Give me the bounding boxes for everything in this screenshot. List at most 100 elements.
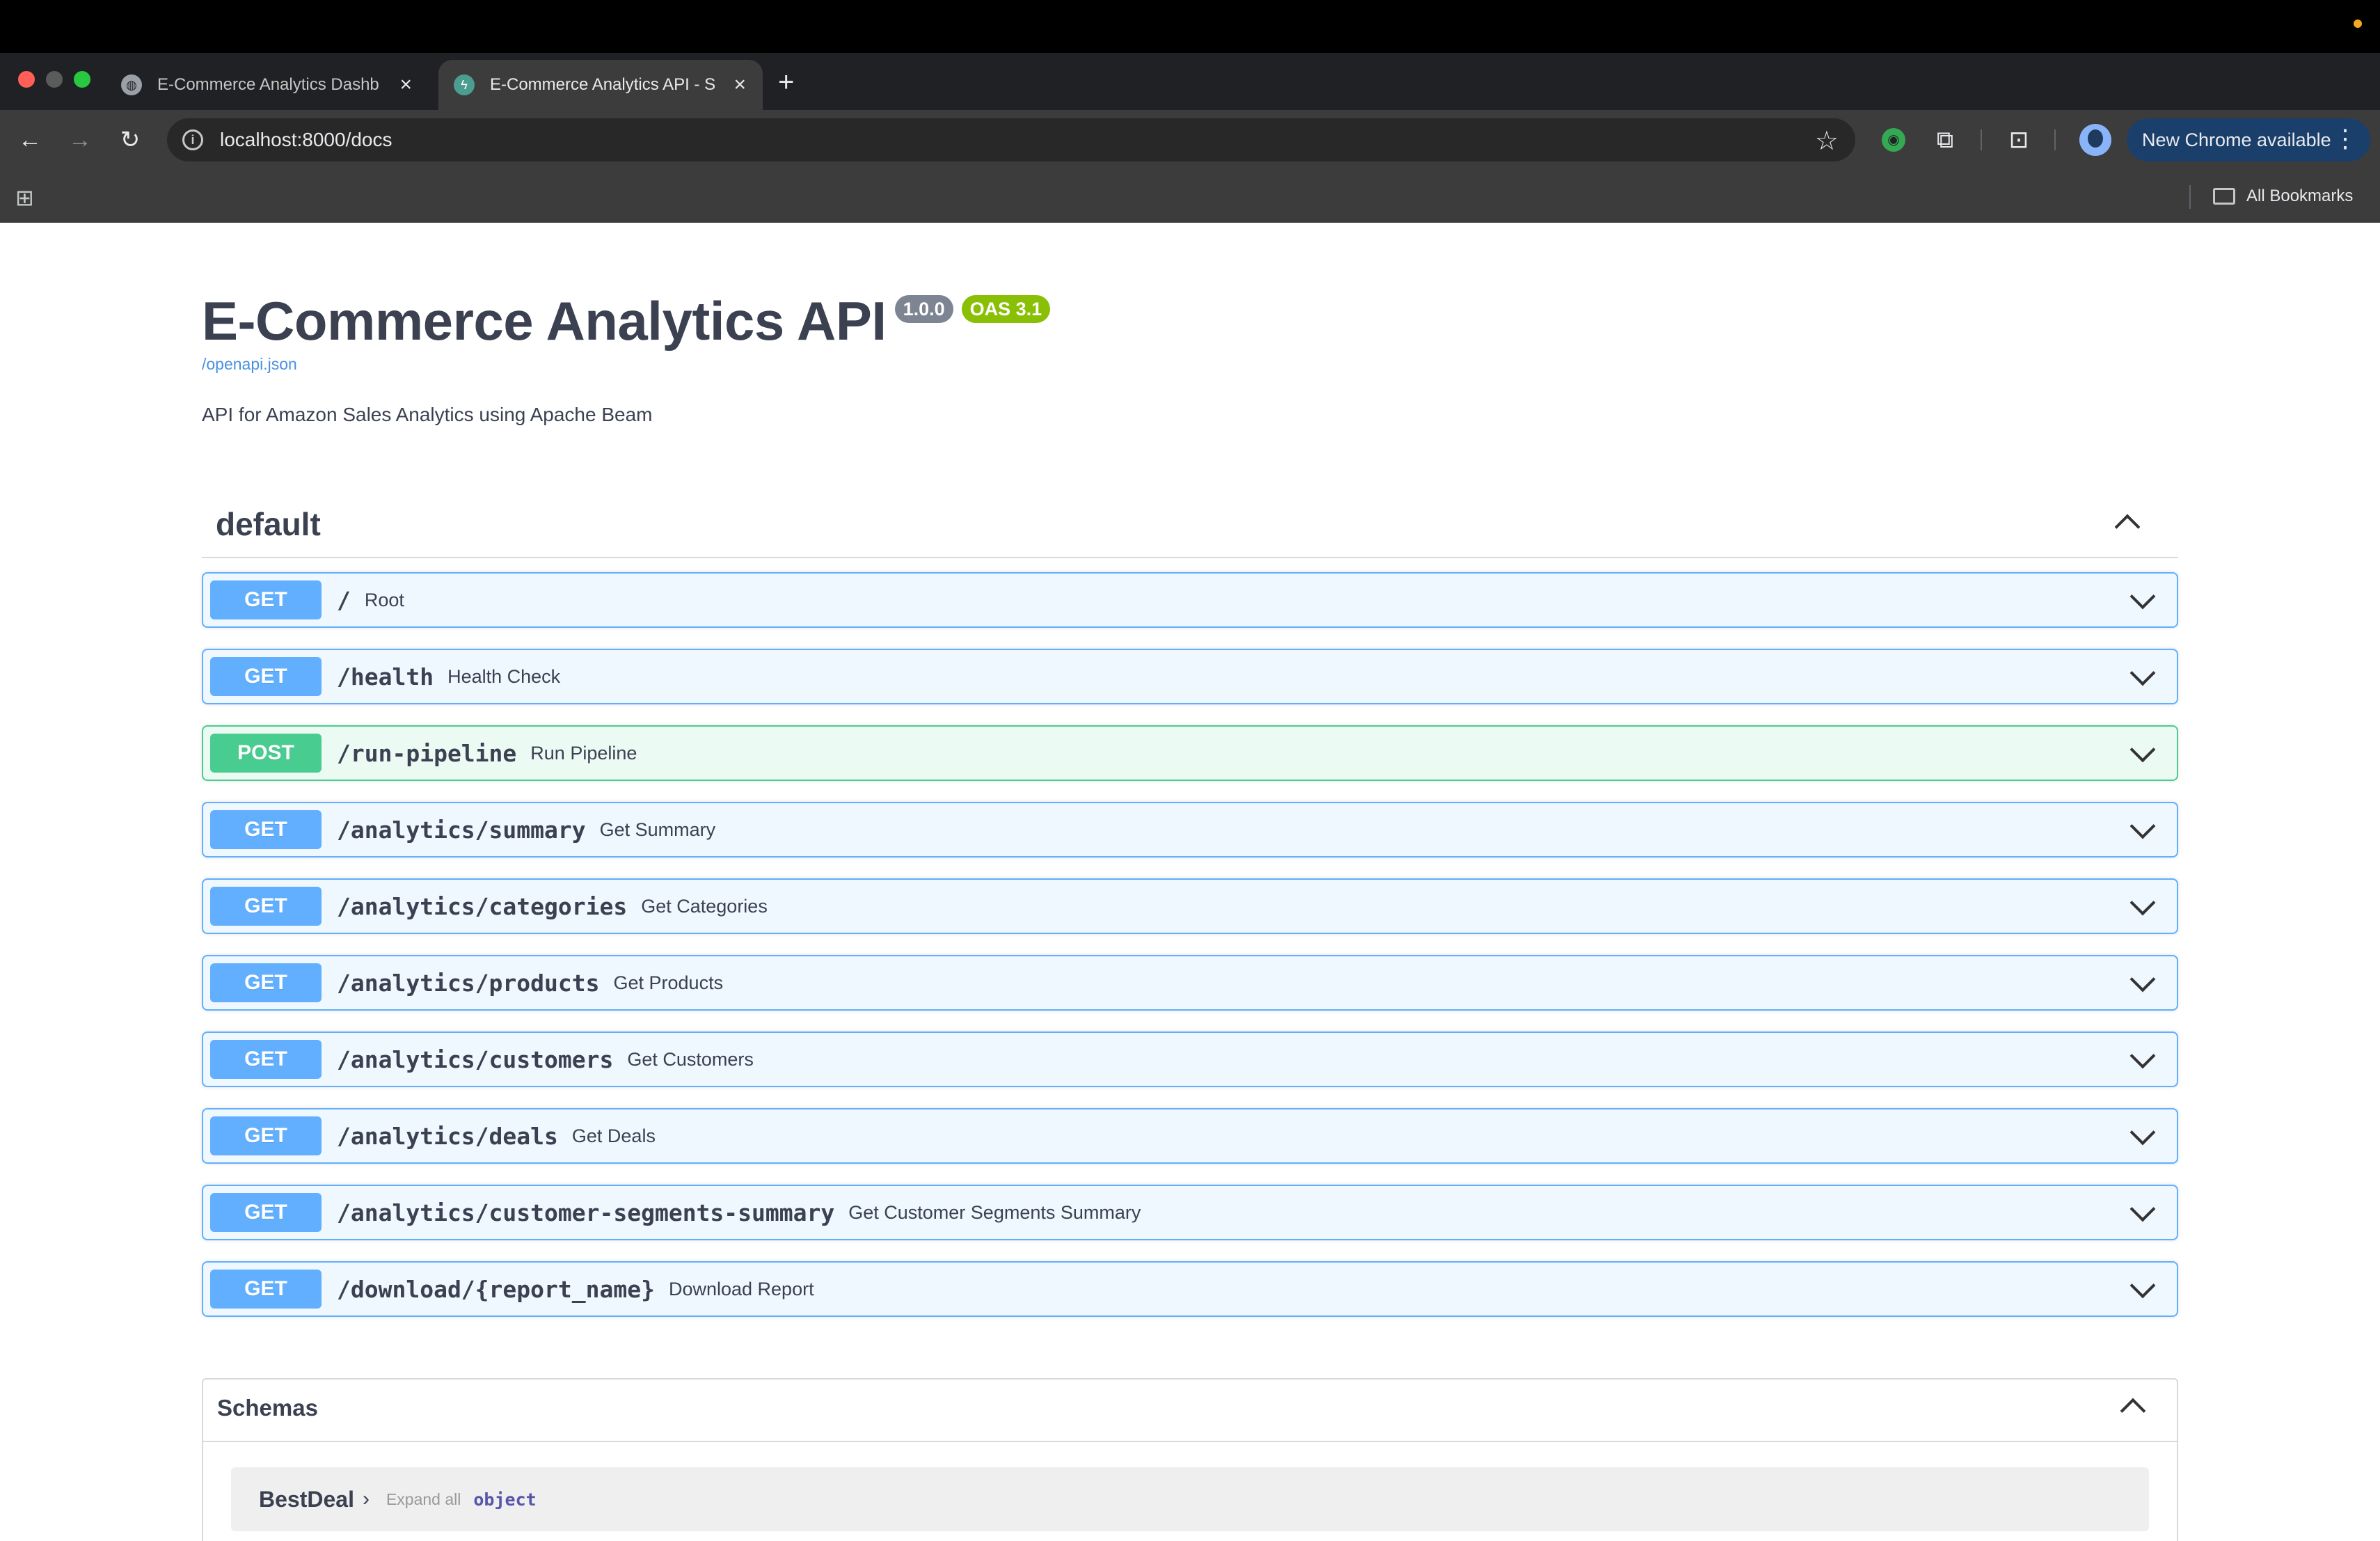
tab-dashboard[interactable]: ◍ E-Commerce Analytics Dashb × <box>106 60 429 110</box>
api-info: E-Commerce Analytics API 1.0.0 OAS 3.1 <box>202 290 1051 353</box>
operation-path: /analytics/customer-segments-summary <box>337 1199 835 1226</box>
chevron-down-icon[interactable] <box>2129 1119 2156 1146</box>
chevron-right-icon[interactable]: › <box>363 1487 370 1511</box>
chevron-down-icon[interactable] <box>2129 813 2156 839</box>
fastapi-icon: ϟ <box>454 74 475 95</box>
close-tab-icon[interactable]: × <box>399 73 412 97</box>
operation-path: /download/{report_name} <box>337 1275 655 1303</box>
browser-toolbar: ← → ↻ i localhost:8000/docs ☆ ◉ ⧉ ⊡ New … <box>0 110 2380 170</box>
close-tab-icon[interactable]: × <box>733 73 746 97</box>
method-badge: GET <box>210 657 322 696</box>
tab-search-icon[interactable]: ⊡ <box>2003 124 2035 156</box>
tag-name: default <box>216 506 321 542</box>
model-row[interactable]: BestDeal › Expand all object <box>231 1467 2149 1531</box>
new-tab-button[interactable]: + <box>778 68 794 96</box>
chevron-up-icon[interactable] <box>2120 1398 2146 1424</box>
schemas-title[interactable]: Schemas <box>217 1395 318 1421</box>
operation-path: /health <box>337 663 434 690</box>
toolbar-divider <box>2054 129 2056 150</box>
maximize-window-button[interactable] <box>74 71 90 88</box>
window-controls <box>18 71 90 88</box>
operation-path: / <box>337 586 351 614</box>
method-badge: GET <box>210 1116 322 1155</box>
method-badge: POST <box>210 734 322 773</box>
more-menu-icon[interactable]: ⋮ <box>2333 124 2358 153</box>
operation-summary: Health Check <box>447 665 561 687</box>
bookmarks-bar: ⊞ All Bookmarks <box>0 170 2380 223</box>
chevron-down-icon[interactable] <box>2129 736 2156 763</box>
openapi-json-link[interactable]: /openapi.json <box>202 355 297 374</box>
operation-path: /analytics/products <box>337 969 600 997</box>
all-bookmarks-button[interactable]: All Bookmarks <box>2213 184 2353 209</box>
operation-path: /run-pipeline <box>337 739 517 767</box>
operation-summary: Root <box>364 589 404 610</box>
chevron-down-icon[interactable] <box>2129 1043 2156 1069</box>
address-bar[interactable]: i localhost:8000/docs ☆ <box>167 118 1855 161</box>
operation-row[interactable]: GET/health Health Check <box>202 649 2178 704</box>
operation-row[interactable]: GET/analytics/customer-segments-summary G… <box>202 1185 2178 1240</box>
method-badge: GET <box>210 1040 322 1079</box>
bookmark-star-icon[interactable]: ☆ <box>1815 125 1839 157</box>
tab-title: E-Commerce Analytics API - S <box>490 75 716 94</box>
api-description: API for Amazon Sales Analytics using Apa… <box>202 404 653 425</box>
folder-icon <box>2213 188 2235 205</box>
oas-badge: OAS 3.1 <box>961 295 1051 323</box>
api-title: E-Commerce Analytics API <box>202 290 887 351</box>
operation-row[interactable]: GET/analytics/categories Get Categories <box>202 878 2178 934</box>
version-badge: 1.0.0 <box>894 295 953 323</box>
all-bookmarks-label: All Bookmarks <box>2246 187 2354 205</box>
extensions-puzzle-icon[interactable]: ⧉ <box>1929 124 1961 156</box>
chevron-down-icon[interactable] <box>2129 583 2156 610</box>
operation-path: /analytics/deals <box>337 1122 558 1150</box>
operation-summary: Get Customer Segments Summary <box>848 1201 1141 1223</box>
toolbar-divider <box>1981 129 1982 150</box>
back-button[interactable]: ← <box>15 125 45 155</box>
chevron-down-icon[interactable] <box>2129 1196 2156 1222</box>
os-menu-bar <box>0 0 2380 53</box>
extension-icon[interactable]: ◉ <box>1882 128 1905 152</box>
chevron-down-icon[interactable] <box>2129 890 2156 916</box>
site-info-icon[interactable]: i <box>182 129 203 150</box>
minimize-window-button[interactable] <box>46 71 63 88</box>
operation-summary: Get Customers <box>627 1048 754 1070</box>
operation-row[interactable]: GET/analytics/summary Get Summary <box>202 802 2178 858</box>
chevron-up-icon[interactable] <box>2114 514 2141 540</box>
method-badge: GET <box>210 810 322 849</box>
chevron-down-icon[interactable] <box>2129 966 2156 993</box>
update-chrome-label: New Chrome available <box>2142 129 2331 150</box>
expand-all-button[interactable]: Expand all <box>386 1490 461 1509</box>
browser-tab-strip: ◍ E-Commerce Analytics Dashb × ϟ E-Comme… <box>0 53 2380 110</box>
operation-row[interactable]: GET/analytics/customers Get Customers <box>202 1032 2178 1087</box>
tab-title: E-Commerce Analytics Dashb <box>157 75 379 94</box>
operation-path: /analytics/summary <box>337 816 586 844</box>
operation-row[interactable]: GET/download/{report_name} Download Repor… <box>202 1261 2178 1317</box>
method-badge: GET <box>210 887 322 926</box>
forward-button[interactable]: → <box>65 125 95 155</box>
url-text[interactable]: localhost:8000/docs <box>220 129 392 151</box>
tag-section-header[interactable]: default <box>202 497 2178 558</box>
bookmarks-divider <box>2189 185 2191 209</box>
chevron-down-icon[interactable] <box>2129 660 2156 686</box>
divider <box>203 1441 2177 1442</box>
operation-row[interactable]: GET / Root <box>202 572 2178 628</box>
profile-avatar[interactable] <box>2079 124 2111 156</box>
operation-row[interactable]: POST/run-pipeline Run Pipeline <box>202 725 2178 781</box>
schemas-section: Schemas BestDeal › Expand all object <box>202 1378 2178 1541</box>
model-name[interactable]: BestDeal <box>259 1487 354 1512</box>
reload-button[interactable]: ↻ <box>116 125 145 155</box>
operation-row[interactable]: GET/analytics/deals Get Deals <box>202 1108 2178 1164</box>
operation-path: /analytics/categories <box>337 892 628 920</box>
chevron-down-icon[interactable] <box>2129 1272 2156 1299</box>
swagger-page: E-Commerce Analytics API 1.0.0 OAS 3.1 /… <box>0 223 2380 1541</box>
tab-api-docs[interactable]: ϟ E-Commerce Analytics API - S × <box>438 60 763 110</box>
method-badge: GET <box>210 1270 322 1309</box>
close-window-button[interactable] <box>18 71 35 88</box>
operation-row[interactable]: GET/analytics/products Get Products <box>202 955 2178 1011</box>
operation-summary: Run Pipeline <box>530 742 637 764</box>
update-chrome-button[interactable]: New Chrome available ⋮ <box>2127 118 2370 161</box>
method-badge: GET <box>210 580 322 619</box>
method-badge: GET <box>210 1193 322 1232</box>
operation-summary: Download Report <box>668 1278 814 1299</box>
method-badge: GET <box>210 963 322 1002</box>
apps-grid-icon[interactable]: ⊞ <box>15 187 34 209</box>
